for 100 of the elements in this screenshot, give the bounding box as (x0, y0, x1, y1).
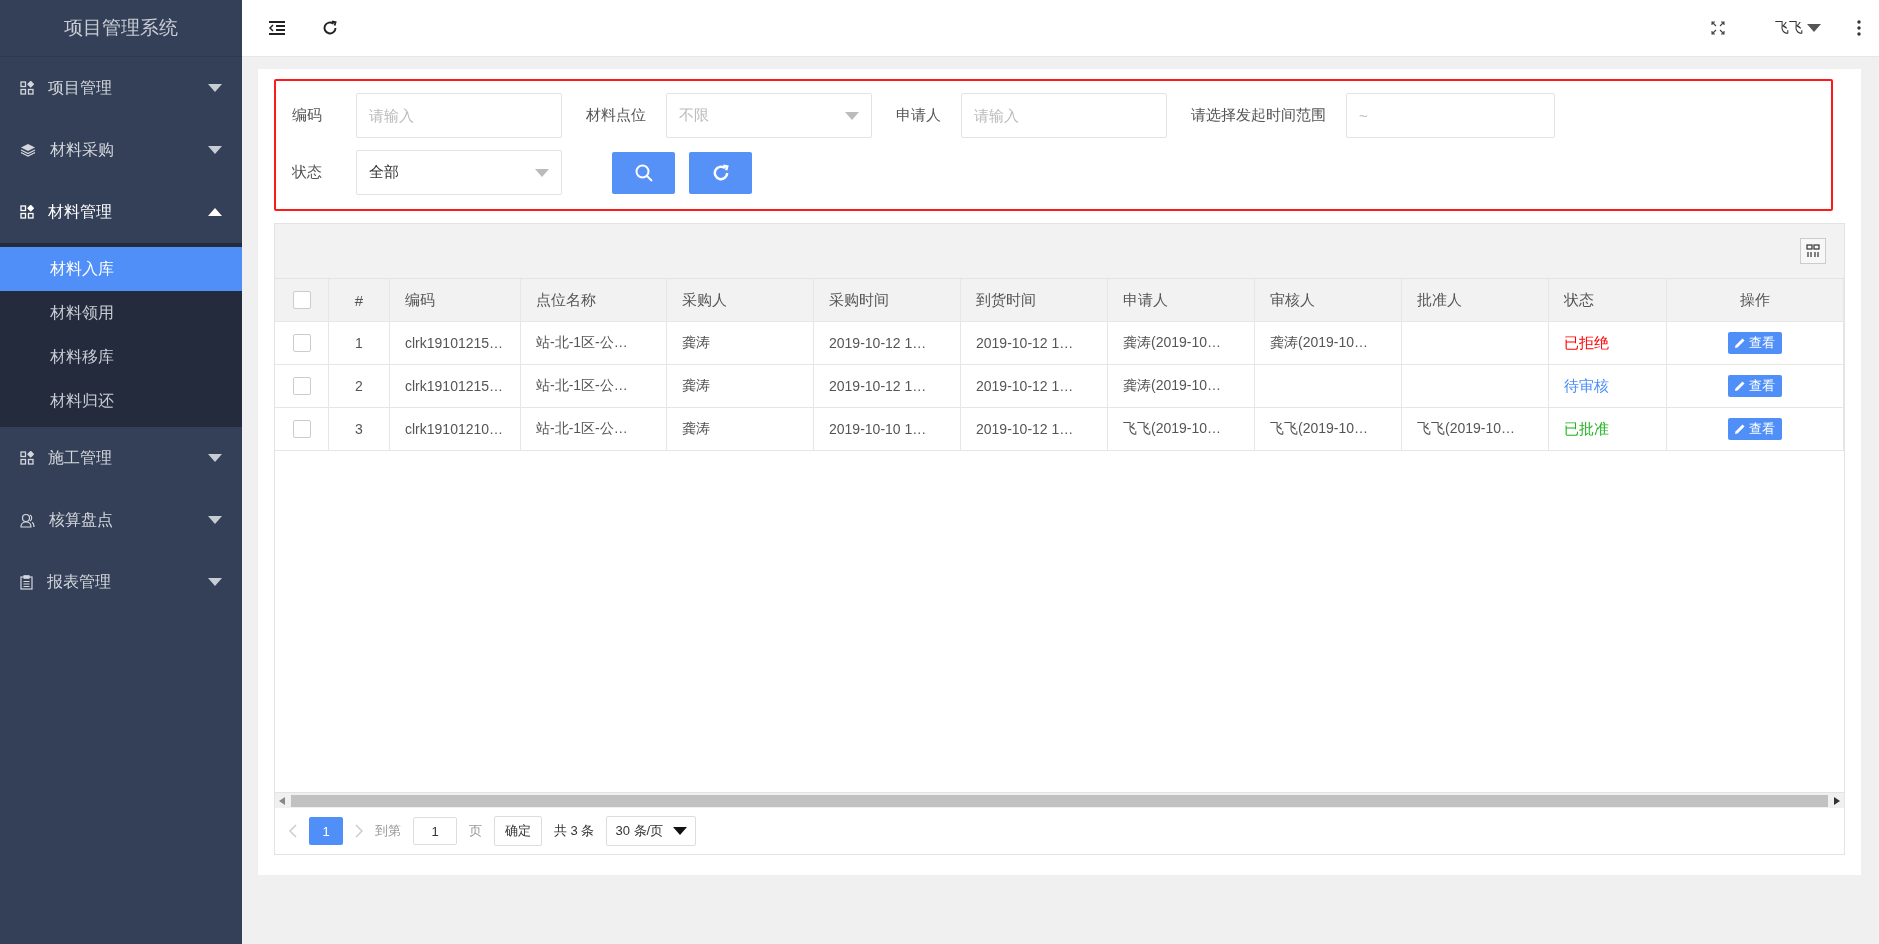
columns-icon (1806, 244, 1820, 258)
menu-item[interactable]: 施工管理 (0, 427, 242, 489)
table-cell: 2019-10-12 1… (829, 335, 927, 351)
reset-button[interactable] (689, 151, 752, 194)
select-field[interactable]: 全部 (356, 150, 562, 195)
total-count: 共 3 条 (554, 822, 595, 840)
next-page-icon[interactable] (355, 824, 363, 838)
column-header: 操作 (1740, 290, 1770, 310)
menu-item[interactable]: 报表管理 (0, 551, 242, 613)
field-label: 材料点位 (586, 106, 646, 125)
table-cell: 龚涛(2019-10… (1270, 334, 1369, 352)
more-icon[interactable] (1857, 20, 1861, 36)
clipboard-icon (20, 574, 33, 590)
column-header: 编码 (405, 290, 435, 310)
table-cell: 2019-10-12 1… (976, 378, 1074, 394)
table-cell: 龚涛 (682, 377, 710, 395)
column-header: 采购人 (682, 290, 727, 310)
table-cell: 2 (355, 378, 363, 394)
pencil-icon (1735, 424, 1745, 434)
horizontal-scrollbar[interactable] (275, 792, 1844, 808)
caret-icon (208, 208, 222, 216)
caret-icon (208, 84, 222, 92)
caret-icon (208, 454, 222, 462)
user-icon (20, 512, 35, 528)
field-label: 申请人 (896, 106, 941, 125)
table-cell: 龚涛(2019-10… (1123, 377, 1222, 395)
prev-page-icon[interactable] (289, 824, 297, 838)
table-cell: clrk19101215… (405, 378, 504, 394)
pencil-icon (1735, 381, 1745, 391)
status-text: 已拒绝 (1564, 333, 1609, 353)
search-button[interactable] (612, 151, 675, 194)
caret-icon (845, 111, 859, 120)
table-cell: 飞飞(2019-10… (1123, 420, 1222, 438)
page-input[interactable]: 1 (413, 817, 457, 845)
refresh-icon[interactable] (322, 20, 338, 36)
fullscreen-icon[interactable] (1711, 21, 1725, 35)
column-header: 状态 (1564, 290, 1594, 310)
row-checkbox[interactable] (292, 420, 311, 438)
table-cell: 龚涛(2019-10… (1123, 334, 1222, 352)
scroll-right-icon[interactable] (1834, 796, 1840, 805)
row-checkbox[interactable] (292, 377, 311, 395)
table-cell: 2019-10-12 1… (829, 378, 927, 394)
refresh-icon (711, 163, 730, 182)
caret-icon (208, 516, 222, 524)
select-all-checkbox[interactable] (292, 291, 311, 309)
columns-button[interactable] (1800, 238, 1826, 264)
status-text: 待审核 (1564, 376, 1609, 396)
submenu-item[interactable]: 材料移库 (0, 335, 242, 379)
field-label: 编码 (292, 106, 323, 125)
column-header: 到货时间 (976, 290, 1036, 310)
column-header: 采购时间 (829, 290, 889, 310)
field-label: 状态 (292, 163, 323, 182)
page-size-select[interactable]: 30 条/页 (606, 816, 697, 846)
confirm-button[interactable]: 确定 (494, 816, 542, 846)
caret-icon (1807, 24, 1821, 32)
field-label: 请选择发起时间范围 (1191, 106, 1326, 125)
goto-label: 到第 (375, 822, 401, 840)
caret-icon (673, 827, 688, 835)
table-cell: 站-北-1区-公… (536, 334, 628, 352)
menu-fold-icon[interactable] (268, 21, 286, 35)
table-cell: 龚涛 (682, 420, 710, 438)
table-cell: 站-北-1区-公… (536, 420, 628, 438)
layers-icon (20, 143, 36, 157)
menu-item[interactable]: 项目管理 (0, 57, 242, 119)
table-cell: 飞飞(2019-10… (1417, 420, 1516, 438)
text-input[interactable]: 请输入 (961, 93, 1167, 138)
text-input[interactable]: 请输入 (356, 93, 562, 138)
page-unit: 页 (469, 822, 482, 840)
menu-item[interactable]: 材料管理 (0, 181, 242, 243)
column-header: 点位名称 (536, 290, 596, 310)
menu-item[interactable]: 材料采购 (0, 119, 242, 181)
column-header: 批准人 (1417, 290, 1462, 310)
table-cell: 1 (355, 335, 363, 351)
column-header: 申请人 (1123, 290, 1168, 310)
submenu-item[interactable]: 材料领用 (0, 291, 242, 335)
grid-icon (20, 81, 34, 95)
column-header: # (354, 291, 364, 309)
menu-item[interactable]: 核算盘点 (0, 489, 242, 551)
caret-icon (535, 168, 549, 177)
caret-icon (208, 146, 222, 154)
table-cell: 2019-10-12 1… (976, 335, 1074, 351)
table-cell: 2019-10-12 1… (976, 421, 1074, 437)
caret-icon (208, 578, 222, 586)
user-menu[interactable]: 飞飞 (1775, 19, 1821, 37)
row-checkbox[interactable] (292, 334, 311, 352)
column-header: 审核人 (1270, 290, 1315, 310)
pencil-icon (1735, 338, 1745, 348)
search-icon (633, 162, 654, 183)
grid-icon (20, 205, 34, 219)
table-cell: 2019-10-10 1… (829, 421, 927, 437)
table-cell: clrk19101210… (405, 421, 504, 437)
grid-icon (20, 451, 34, 465)
table-cell: 龚涛 (682, 334, 710, 352)
table-cell: 站-北-1区-公… (536, 377, 628, 395)
table-cell: 3 (355, 421, 363, 437)
scroll-left-icon[interactable] (279, 796, 285, 805)
submenu-item[interactable]: 材料归还 (0, 379, 242, 423)
table-cell: 飞飞(2019-10… (1270, 420, 1369, 438)
table-cell: clrk19101215… (405, 335, 504, 351)
status-text: 已批准 (1564, 419, 1609, 439)
